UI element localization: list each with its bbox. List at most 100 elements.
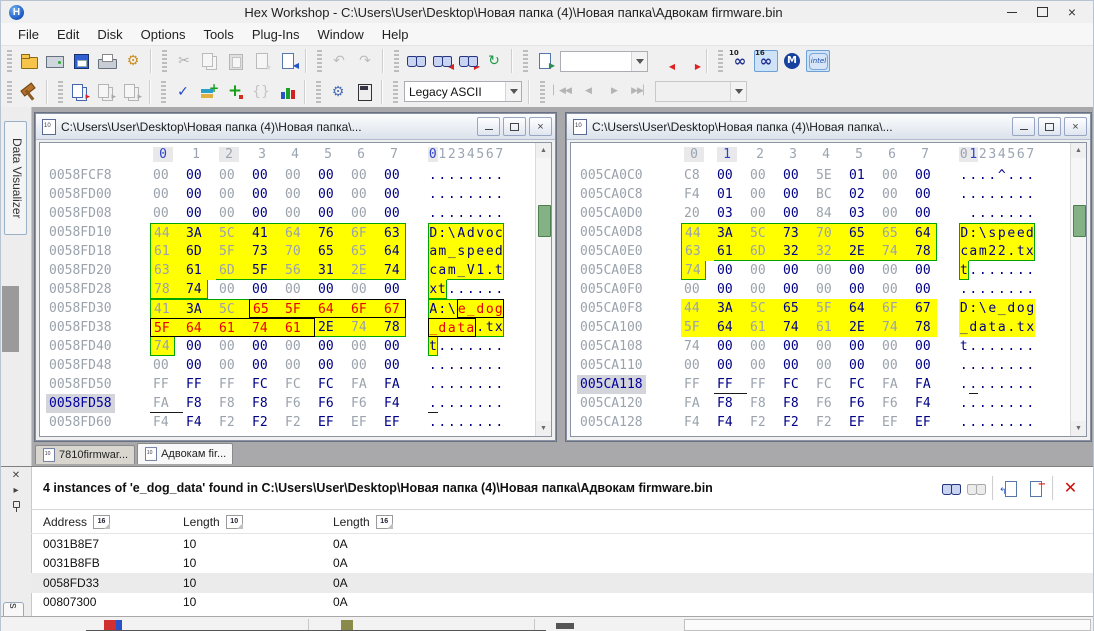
ascii-char[interactable]: . xyxy=(978,394,988,413)
hex-byte[interactable]: 00 xyxy=(315,337,348,356)
hex-byte[interactable]: 2E xyxy=(348,261,381,280)
ascii-char[interactable]: . xyxy=(988,413,998,432)
hex-byte[interactable]: 00 xyxy=(150,185,183,204)
ascii-char[interactable]: . xyxy=(466,413,476,432)
hex-byte[interactable]: 63 xyxy=(150,261,183,280)
hex-byte[interactable]: 00 xyxy=(747,280,780,299)
ascii-char[interactable]: . xyxy=(428,166,438,185)
ascii-char[interactable]: _ xyxy=(997,299,1007,318)
ascii-char[interactable]: c xyxy=(428,261,438,280)
hex-byte[interactable]: 00 xyxy=(780,337,813,356)
ascii-char[interactable]: . xyxy=(988,166,998,185)
ascii-char[interactable]: . xyxy=(1026,204,1036,223)
ascii-char[interactable]: x xyxy=(1026,318,1036,337)
add-bookmark-button[interactable] xyxy=(197,81,221,103)
ascii-char[interactable]: t xyxy=(457,318,467,337)
ascii-char[interactable]: . xyxy=(1026,337,1036,356)
ascii-char[interactable]: . xyxy=(466,394,476,413)
ascii-char[interactable]: . xyxy=(438,413,448,432)
hex-byte[interactable]: 00 xyxy=(846,261,879,280)
hex-byte[interactable]: 6F xyxy=(348,299,381,318)
ascii-char[interactable]: x xyxy=(1026,242,1036,261)
ascii-char[interactable]: o xyxy=(485,299,495,318)
pane-close-button[interactable]: × xyxy=(1064,117,1087,136)
ascii-char[interactable]: . xyxy=(988,185,998,204)
hex-byte[interactable]: 2E xyxy=(846,318,879,337)
ascii-char[interactable]: m xyxy=(447,261,457,280)
hex-byte[interactable]: 00 xyxy=(282,204,315,223)
hex-byte[interactable]: 78 xyxy=(912,242,937,261)
ascii-char[interactable]: _ xyxy=(428,318,438,337)
ascii-char[interactable]: . xyxy=(485,204,495,223)
find-previous-button[interactable]: ◀ xyxy=(430,50,454,72)
ascii-char[interactable]: . xyxy=(485,261,495,280)
next-occurrence-button[interactable]: ▶ xyxy=(677,50,701,72)
hex-byte[interactable]: 00 xyxy=(183,185,216,204)
hex-byte[interactable]: 73 xyxy=(249,242,282,261)
pane-close-button[interactable]: × xyxy=(529,117,552,136)
hex-byte[interactable]: F4 xyxy=(681,185,714,204)
ascii-char[interactable]: . xyxy=(997,337,1007,356)
ascii-char[interactable]: . xyxy=(485,413,495,432)
hex-byte[interactable]: 00 xyxy=(912,261,945,280)
ascii-char[interactable]: . xyxy=(978,261,988,280)
hex-byte[interactable]: 00 xyxy=(747,261,780,280)
ascii-char[interactable]: . xyxy=(485,337,495,356)
hex-byte[interactable]: 5F xyxy=(813,299,846,318)
preferences-button[interactable]: ⚙ xyxy=(121,50,145,72)
hex-byte[interactable]: 74 xyxy=(381,261,406,280)
menu-options[interactable]: Options xyxy=(132,24,195,45)
ascii-char[interactable]: . xyxy=(978,185,988,204)
hex-byte[interactable]: EF xyxy=(912,413,945,432)
hex-byte[interactable]: 70 xyxy=(813,223,846,242)
maximize-button[interactable] xyxy=(1027,3,1057,22)
ascii-char[interactable]: . xyxy=(485,394,495,413)
hex-byte[interactable]: 00 xyxy=(747,185,780,204)
hex-byte[interactable]: 6F xyxy=(348,223,381,242)
ascii-char[interactable]: g xyxy=(495,299,505,318)
hex-byte[interactable]: 01 xyxy=(714,185,747,204)
hex-byte[interactable]: F6 xyxy=(813,394,846,413)
structures-button[interactable]: {} xyxy=(249,81,273,103)
ascii-char[interactable]: _ xyxy=(457,261,467,280)
ascii-char[interactable]: . xyxy=(438,394,448,413)
hex-byte[interactable]: FC xyxy=(249,375,282,394)
ascii-char[interactable]: d xyxy=(476,299,486,318)
checksum-button[interactable]: ✓ xyxy=(171,81,195,103)
ascii-char[interactable]: . xyxy=(495,394,505,413)
hex-byte[interactable]: 00 xyxy=(879,337,912,356)
hex-byte[interactable]: 5C xyxy=(216,299,249,318)
ascii-char[interactable]: . xyxy=(997,185,1007,204)
results-pin-icon[interactable] xyxy=(8,499,24,512)
hex-byte[interactable]: FA xyxy=(912,375,945,394)
hex-byte[interactable]: 32 xyxy=(813,242,846,261)
result-row[interactable]: 00807300100A xyxy=(31,593,1093,613)
ascii-char[interactable]: . xyxy=(959,280,969,299)
ascii-char[interactable]: . xyxy=(1007,166,1017,185)
hex-byte[interactable]: BC xyxy=(813,185,846,204)
hex-byte[interactable]: 00 xyxy=(714,356,747,375)
hex-byte[interactable]: 00 xyxy=(846,356,879,375)
ascii-char[interactable]: . xyxy=(988,280,998,299)
ascii-char[interactable]: . xyxy=(959,394,969,413)
scroll-down-icon[interactable]: ▼ xyxy=(536,421,551,436)
pane-minimize-button[interactable] xyxy=(1012,117,1035,136)
ascii-char[interactable]: . xyxy=(485,166,495,185)
results-close-all-icon[interactable]: ✕ xyxy=(1059,478,1082,498)
hex-byte[interactable]: EF xyxy=(315,413,348,432)
ascii-char[interactable]: . xyxy=(1007,413,1017,432)
menu-disk[interactable]: Disk xyxy=(88,24,131,45)
ascii-char[interactable]: . xyxy=(1016,280,1026,299)
ascii-char[interactable]: . xyxy=(978,356,988,375)
hex-byte[interactable]: 00 xyxy=(747,204,780,223)
ascii-char[interactable]: . xyxy=(1007,261,1017,280)
hex-byte[interactable]: 64 xyxy=(381,242,406,261)
hex-byte[interactable]: 00 xyxy=(780,356,813,375)
hex-byte[interactable]: 74 xyxy=(879,242,912,261)
result-row[interactable]: 0031B8E7100A xyxy=(31,534,1093,554)
hex-byte[interactable]: 00 xyxy=(747,166,780,185)
hex-byte[interactable]: 84 xyxy=(813,204,846,223)
hex-byte[interactable]: 64 xyxy=(714,318,747,337)
hex-byte[interactable]: F4 xyxy=(381,394,414,413)
find-next-button[interactable]: ▶ xyxy=(456,50,480,72)
